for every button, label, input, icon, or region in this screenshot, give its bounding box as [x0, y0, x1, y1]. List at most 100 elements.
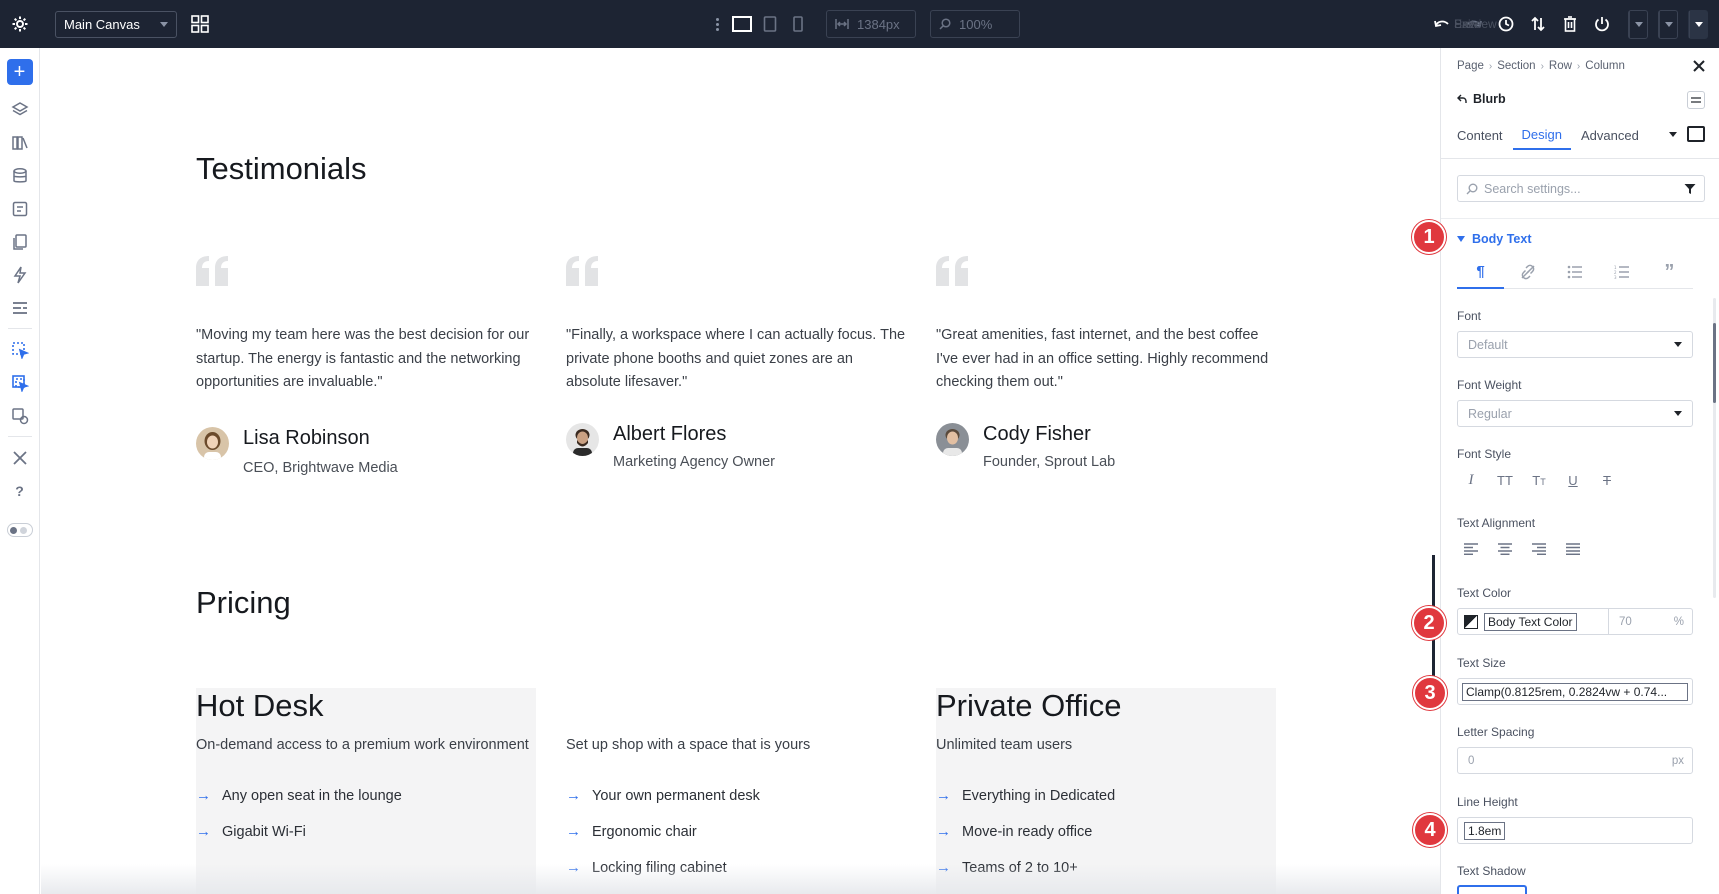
canvas-select[interactable]: Main Canvas — [55, 10, 177, 38]
align-justify-icon[interactable] — [1559, 535, 1587, 563]
power-icon[interactable] — [1586, 0, 1618, 48]
underline-icon[interactable]: U — [1559, 466, 1587, 494]
tabs-divider — [1441, 158, 1719, 159]
align-right-icon[interactable] — [1525, 535, 1553, 563]
body-text-group-toggle[interactable]: Body Text — [1457, 232, 1532, 246]
search-placeholder: Search settings... — [1484, 181, 1581, 196]
tablet-view-icon[interactable] — [756, 0, 784, 48]
save-dropdown-chevron-icon[interactable] — [1689, 10, 1707, 38]
text-shadow-preset[interactable] — [1457, 885, 1527, 894]
annotation-badge: 3 — [1413, 676, 1447, 710]
page-settings-icon[interactable] — [0, 192, 40, 225]
preview-button[interactable]: Preview — [1454, 9, 1678, 39]
list-item: → Your own permanent desk — [566, 778, 906, 814]
preview-dropdown-chevron-icon[interactable] — [1659, 10, 1677, 38]
phone-view-icon[interactable] — [784, 0, 812, 48]
font-select-value: Default — [1468, 337, 1508, 352]
testimonial-card[interactable]: "Moving my team here was the best decisi… — [196, 256, 536, 476]
pages-icon[interactable] — [0, 225, 40, 258]
save-button[interactable]: Save — [1454, 9, 1708, 39]
add-module-plus-icon[interactable]: + — [6, 59, 33, 85]
arrow-right-icon: → — [566, 787, 581, 804]
chevron-right-icon: › — [1576, 60, 1581, 72]
text-alignment-buttons — [1457, 535, 1587, 563]
breadcrumb-item[interactable]: Section — [1497, 60, 1535, 72]
back-arrow-icon[interactable] — [1457, 94, 1467, 104]
layout-lines-icon[interactable] — [0, 291, 40, 324]
letter-spacing-input[interactable]: 0 px — [1457, 747, 1693, 774]
theme-toggle[interactable] — [6, 523, 33, 537]
font-weight-label: Font Weight — [1457, 378, 1522, 392]
tab-design[interactable]: Design — [1512, 120, 1572, 150]
list-item: → Gigabit Wi-Fi — [196, 814, 536, 850]
canvas-width-field[interactable]: 1384px — [826, 10, 916, 38]
breadcrumb-item[interactable]: Page — [1457, 60, 1484, 72]
left-sidebar: + ? — [0, 48, 40, 894]
grid-layout-icon[interactable] — [189, 13, 211, 35]
sort-arrows-icon[interactable] — [1522, 0, 1554, 48]
color-swatch[interactable] — [1464, 614, 1478, 629]
multi-select-icon[interactable] — [0, 366, 40, 399]
testimonial-card[interactable]: "Finally, a workspace where I can actual… — [566, 256, 906, 470]
capitalize-icon[interactable]: TT — [1525, 466, 1553, 494]
canvas-bottom-fade — [41, 864, 1440, 894]
plan-description: Set up shop with a space that is yours — [566, 737, 811, 753]
layers-icon[interactable] — [0, 93, 40, 126]
testimonial-card[interactable]: "Great amenities, fast internet, and the… — [936, 256, 1276, 470]
zoom-field[interactable]: 100% — [930, 10, 1020, 38]
module-options-icon[interactable] — [1687, 91, 1705, 109]
blockquote-icon[interactable]: ” — [1645, 256, 1694, 289]
link-icon[interactable] — [1504, 256, 1552, 289]
exit-button[interactable]: Exit — [1454, 9, 1648, 39]
panel-scrollbar-thumb[interactable] — [1713, 323, 1716, 403]
strikethrough-icon[interactable]: T — [1593, 466, 1621, 494]
unordered-list-icon[interactable] — [1551, 256, 1599, 289]
database-icon[interactable] — [0, 159, 40, 192]
rail-divider — [7, 328, 32, 329]
search-settings-input[interactable]: Search settings... — [1457, 175, 1705, 202]
preset-square-icon[interactable] — [1687, 126, 1705, 142]
trash-icon[interactable] — [1554, 0, 1586, 48]
settings-gear-icon[interactable] — [0, 0, 40, 48]
font-weight-select-value: Regular — [1468, 406, 1512, 421]
opacity-field[interactable]: 70 % — [1608, 609, 1692, 634]
breadcrumb-item[interactable]: Column — [1585, 60, 1625, 72]
filter-icon[interactable] — [1684, 183, 1696, 195]
ordered-list-icon[interactable]: 123 — [1598, 256, 1646, 289]
feature-text: Gigabit Wi-Fi — [222, 823, 306, 840]
close-icon[interactable] — [1691, 58, 1707, 74]
align-center-icon[interactable] — [1491, 535, 1519, 563]
desktop-view-icon[interactable] — [728, 0, 756, 48]
avatar — [196, 426, 229, 460]
breadcrumb-item[interactable]: Row — [1549, 60, 1572, 72]
text-color-field[interactable]: Body Text Color 70 % — [1457, 608, 1693, 635]
library-icon[interactable] — [0, 126, 40, 159]
chevron-down-icon[interactable] — [1669, 131, 1677, 137]
body-text-subtabs: ¶ 123 ” — [1457, 256, 1694, 289]
text-alignment-label: Text Alignment — [1457, 516, 1536, 530]
line-height-value: 1.8em — [1464, 821, 1506, 840]
testimonial-author: Lisa Robinson CEO, Brightwave Media — [196, 426, 536, 476]
feature-text: Move-in ready office — [962, 823, 1093, 840]
exit-dropdown-chevron-icon[interactable] — [1629, 10, 1647, 38]
global-settings-icon[interactable] — [0, 399, 40, 432]
feature-text: Your own permanent desk — [592, 787, 760, 804]
chevron-down-icon — [1674, 342, 1682, 347]
help-question-icon[interactable]: ? — [0, 474, 40, 507]
plan-title: Private Office — [936, 688, 1122, 723]
letter-spacing-value: 0 — [1468, 754, 1475, 767]
uppercase-icon[interactable]: TT — [1491, 466, 1519, 494]
tab-content[interactable]: Content — [1457, 120, 1512, 150]
tools-icon[interactable] — [0, 441, 40, 474]
font-weight-select[interactable]: Regular — [1457, 400, 1693, 427]
select-pointer-icon[interactable] — [0, 333, 40, 366]
align-left-icon[interactable] — [1457, 535, 1485, 563]
tab-advanced[interactable]: Advanced — [1581, 120, 1648, 150]
more-vertical-icon[interactable] — [712, 17, 722, 31]
font-select[interactable]: Default — [1457, 331, 1693, 358]
paragraph-icon[interactable]: ¶ — [1457, 256, 1505, 289]
line-height-input[interactable]: 1.8em — [1457, 817, 1693, 844]
italic-icon[interactable]: I — [1457, 466, 1485, 494]
text-size-input[interactable]: Clamp(0.8125rem, 0.2824vw + 0.74... — [1457, 678, 1693, 705]
lightning-icon[interactable] — [0, 258, 40, 291]
